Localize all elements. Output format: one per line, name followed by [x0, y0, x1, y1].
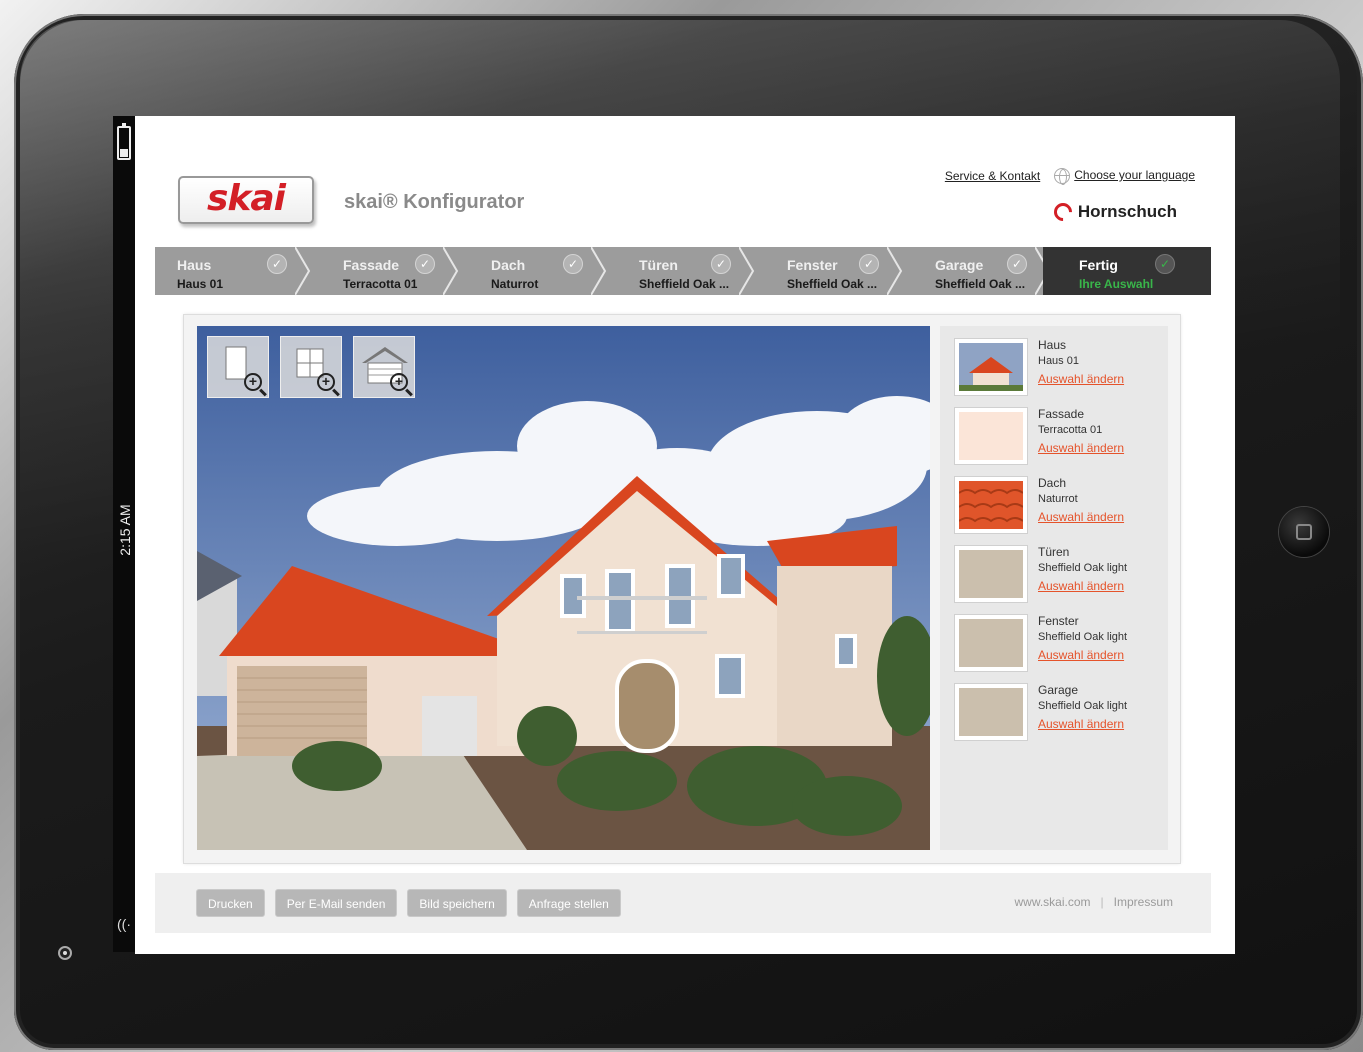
step-navigation: Haus Haus 01 ✓ Fassade Terracotta 01 ✓ D… — [155, 247, 1211, 295]
color-swatch — [959, 688, 1023, 736]
check-icon: ✓ — [563, 254, 583, 274]
summary-item-tueren: Türen Sheffield Oak light Auswahl ändern — [954, 545, 1168, 614]
step-garage[interactable]: Garage Sheffield Oak ... ✓ — [895, 247, 1051, 295]
wifi-icon: ((· — [117, 916, 131, 932]
check-icon: ✓ — [1007, 254, 1027, 274]
status-time: 2:15 AM — [117, 504, 133, 556]
house-illustration — [197, 326, 930, 850]
zoom-window-button[interactable]: + — [280, 336, 342, 398]
step-value: Sheffield Oak ... — [935, 277, 1026, 291]
summary-value: Sheffield Oak light — [1038, 631, 1128, 643]
zoom-garage-button[interactable]: + — [353, 336, 415, 398]
summary-value: Naturrot — [1038, 493, 1078, 505]
summary-value: Sheffield Oak light — [1038, 700, 1128, 712]
change-selection-link[interactable]: Auswahl ändern — [1038, 441, 1124, 455]
color-swatch — [959, 619, 1023, 667]
impressum-link[interactable]: Impressum — [1114, 895, 1173, 909]
thumbnail[interactable] — [954, 338, 1028, 396]
summary-value: Haus 01 — [1038, 355, 1079, 367]
step-fertig[interactable]: Fertig Ihre Auswahl ✓ — [1043, 247, 1211, 295]
check-icon: ✓ — [859, 254, 879, 274]
footer-divider: | — [1100, 895, 1104, 909]
step-fassade[interactable]: Fassade Terracotta 01 ✓ — [303, 247, 459, 295]
language-link[interactable]: Choose your language — [1074, 168, 1195, 182]
step-tueren[interactable]: Türen Sheffield Oak ... ✓ — [599, 247, 755, 295]
brand-name: Hornschuch — [1077, 202, 1177, 221]
footer-bar: Drucken Per E-Mail senden Bild speichern… — [155, 873, 1211, 933]
summary-category: Fassade — [1038, 407, 1085, 421]
brand-hornschuch: Hornschuch — [1050, 199, 1177, 225]
change-selection-link[interactable]: Auswahl ändern — [1038, 648, 1124, 662]
house-thumbnail — [959, 343, 1023, 391]
step-haus[interactable]: Haus Haus 01 ✓ — [155, 247, 311, 295]
footer-links: www.skai.com | Impressum — [1015, 895, 1173, 909]
logo-text: skai — [206, 178, 286, 219]
zoom-door-button[interactable]: + — [207, 336, 269, 398]
selection-summary: Haus Haus 01 Auswahl ändern Fassade Terr… — [940, 326, 1168, 850]
thumbnail[interactable] — [954, 407, 1028, 465]
skai-logo[interactable]: skai — [178, 176, 314, 224]
status-bar: 2:15 AM ((· — [113, 116, 135, 952]
request-button[interactable]: Anfrage stellen — [516, 889, 621, 917]
thumbnail[interactable] — [954, 545, 1028, 603]
check-icon: ✓ — [415, 254, 435, 274]
summary-item-fassade: Fassade Terracotta 01 Auswahl ändern — [954, 407, 1168, 476]
change-selection-link[interactable]: Auswahl ändern — [1038, 510, 1124, 524]
zoom-icon: + — [244, 373, 262, 391]
home-button[interactable] — [1279, 507, 1329, 557]
summary-category: Haus — [1038, 338, 1067, 352]
app-screen: skai skai® Konfigurator Service & Kontak… — [135, 116, 1235, 954]
globe-icon — [1054, 168, 1071, 185]
step-dach[interactable]: Dach Naturrot ✓ — [451, 247, 607, 295]
thumbnail[interactable] — [954, 476, 1028, 534]
check-icon: ✓ — [267, 254, 287, 274]
summary-value: Sheffield Oak light — [1038, 562, 1128, 574]
house-preview[interactable]: + + + — [197, 326, 930, 850]
summary-item-dach: Dach Naturrot Auswahl ändern — [954, 476, 1168, 545]
zoom-icon: + — [390, 373, 408, 391]
step-value: Naturrot — [491, 277, 539, 291]
summary-item-haus: Haus Haus 01 Auswahl ändern — [954, 338, 1168, 407]
summary-value: Terracotta 01 — [1038, 424, 1103, 436]
website-link[interactable]: www.skai.com — [1015, 895, 1091, 909]
change-selection-link[interactable]: Auswahl ändern — [1038, 717, 1124, 731]
service-contact-link[interactable]: Service & Kontakt — [945, 169, 1040, 183]
hornschuch-logo-icon — [1050, 199, 1076, 225]
thumbnail[interactable] — [954, 683, 1028, 741]
check-icon: ✓ — [1155, 254, 1175, 274]
change-selection-link[interactable]: Auswahl ändern — [1038, 372, 1124, 386]
check-icon: ✓ — [711, 254, 731, 274]
thumbnail[interactable] — [954, 614, 1028, 672]
summary-category: Garage — [1038, 683, 1079, 697]
color-swatch — [959, 550, 1023, 598]
top-links: Service & Kontakt Choose your language — [945, 168, 1195, 185]
summary-item-garage: Garage Sheffield Oak light Auswahl änder… — [954, 683, 1168, 752]
summary-category: Dach — [1038, 476, 1067, 490]
save-image-button[interactable]: Bild speichern — [407, 889, 507, 917]
step-value: Sheffield Oak ... — [639, 277, 730, 291]
step-value: Sheffield Oak ... — [787, 277, 878, 291]
step-fenster[interactable]: Fenster Sheffield Oak ... ✓ — [747, 247, 903, 295]
color-swatch — [959, 412, 1023, 460]
language-selector[interactable]: Choose your language — [1054, 168, 1195, 185]
zoom-icon: + — [317, 373, 335, 391]
step-value: Haus 01 — [177, 277, 224, 291]
footer-actions: Drucken Per E-Mail senden Bild speichern… — [196, 889, 621, 917]
step-title: Fertig — [1079, 257, 1118, 273]
summary-item-fenster: Fenster Sheffield Oak light Auswahl ände… — [954, 614, 1168, 683]
home-square-icon — [1296, 524, 1312, 540]
step-value: Ihre Auswahl — [1079, 277, 1154, 291]
camera-icon — [58, 946, 72, 960]
roof-tile-swatch — [958, 481, 1024, 529]
summary-category: Fenster — [1038, 614, 1079, 628]
change-selection-link[interactable]: Auswahl ändern — [1038, 579, 1124, 593]
summary-category: Türen — [1038, 545, 1070, 559]
content-panel: + + + Haus Haus 01 Auswahl ändern Fassad… — [184, 315, 1180, 863]
email-button[interactable]: Per E-Mail senden — [274, 889, 398, 917]
print-button[interactable]: Drucken — [196, 889, 265, 917]
app-title: skai® Konfigurator — [344, 191, 525, 213]
battery-icon — [117, 123, 131, 160]
zoom-tools: + + + — [207, 336, 415, 398]
step-value: Terracotta 01 — [343, 277, 418, 291]
